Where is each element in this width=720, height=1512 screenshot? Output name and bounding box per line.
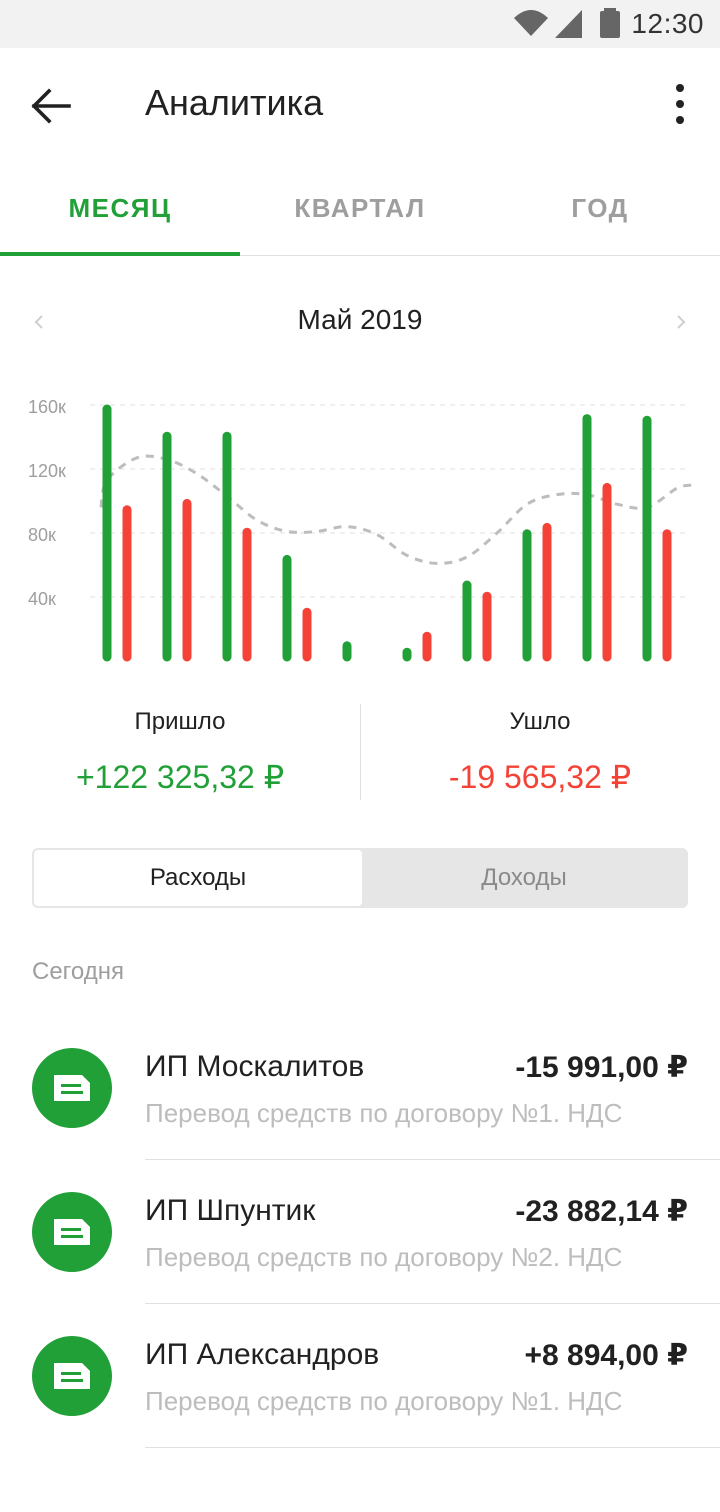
list-item[interactable]: ИП Москалитов -15 991,00 ₽ Перевод средс… (0, 1016, 720, 1160)
more-options-button[interactable] (660, 78, 700, 134)
chevron-right-icon (677, 315, 686, 329)
transaction-title: ИП Шпунтик (145, 1194, 316, 1227)
document-icon (32, 1336, 112, 1416)
list-item[interactable]: ИП Шпунтик -23 882,14 ₽ Перевод средств … (0, 1160, 720, 1304)
more-vertical-icon (676, 84, 684, 124)
section-title-today: Сегодня (32, 958, 124, 985)
list-item[interactable]: ИП Александров +8 894,00 ₽ Перевод средс… (0, 1304, 720, 1448)
transaction-amount: -23 882,14 ₽ (515, 1195, 688, 1228)
period-navigator: Май 2019 (0, 290, 720, 354)
period-label: Май 2019 (297, 304, 423, 335)
transaction-title: ИП Александров (145, 1338, 380, 1371)
wifi-icon (514, 10, 548, 36)
tab-year[interactable]: ГОД (480, 160, 720, 256)
transaction-title: ИП Москалитов (145, 1050, 365, 1083)
segment-income[interactable]: Доходы (362, 850, 686, 906)
transaction-amount: -15 991,00 ₽ (515, 1051, 688, 1084)
y-tick-label: 120к (28, 461, 66, 481)
expense-income-toggle: Расходы Доходы (32, 848, 688, 908)
tab-indicator (0, 252, 240, 256)
tab-month[interactable]: МЕСЯЦ (0, 160, 240, 256)
transaction-amount: +8 894,00 ₽ (524, 1339, 688, 1372)
next-period-button[interactable] (666, 304, 698, 340)
battery-icon (600, 8, 620, 38)
y-tick-label: 40к (28, 589, 56, 609)
cellular-signal-icon (555, 10, 582, 38)
expense-value: -19 565,32 ₽ (448, 759, 632, 795)
expense-summary: Ушло -19 565,32 ₽ (360, 700, 720, 796)
analytics-chart: 40к 80к 120к 160к (0, 380, 720, 680)
y-tick-label: 160к (28, 397, 66, 417)
segment-expenses[interactable]: Расходы (34, 850, 362, 906)
transaction-subtitle: Перевод средств по договору №1. НДС (145, 1098, 623, 1128)
income-value: +122 325,32 ₽ (75, 759, 285, 795)
divider (145, 1447, 720, 1448)
status-icons (514, 8, 620, 38)
app-bar: Аналитика (0, 48, 720, 160)
transaction-subtitle: Перевод средств по договору №2. НДС (145, 1242, 623, 1272)
chart-svg: 40к 80к 120к 160к (28, 397, 693, 662)
status-time: 12:30 (631, 8, 704, 39)
expense-label: Ушло (509, 708, 571, 735)
document-icon (32, 1192, 112, 1272)
income-label: Пришло (134, 708, 226, 735)
page-title: Аналитика (145, 82, 324, 123)
y-tick-label: 80к (28, 525, 56, 545)
tab-quarter[interactable]: КВАРТАЛ (240, 160, 480, 256)
arrow-back-icon (31, 88, 71, 124)
transaction-subtitle: Перевод средств по договору №1. НДС (145, 1386, 623, 1416)
status-bar: 12:30 (0, 0, 720, 48)
back-button[interactable] (24, 78, 80, 134)
document-icon (32, 1048, 112, 1128)
income-summary: Пришло +122 325,32 ₽ (0, 700, 360, 796)
summary: Пришло +122 325,32 ₽ Ушло -19 565,32 ₽ (0, 700, 720, 810)
period-tabs: МЕСЯЦ КВАРТАЛ ГОД (0, 160, 720, 256)
